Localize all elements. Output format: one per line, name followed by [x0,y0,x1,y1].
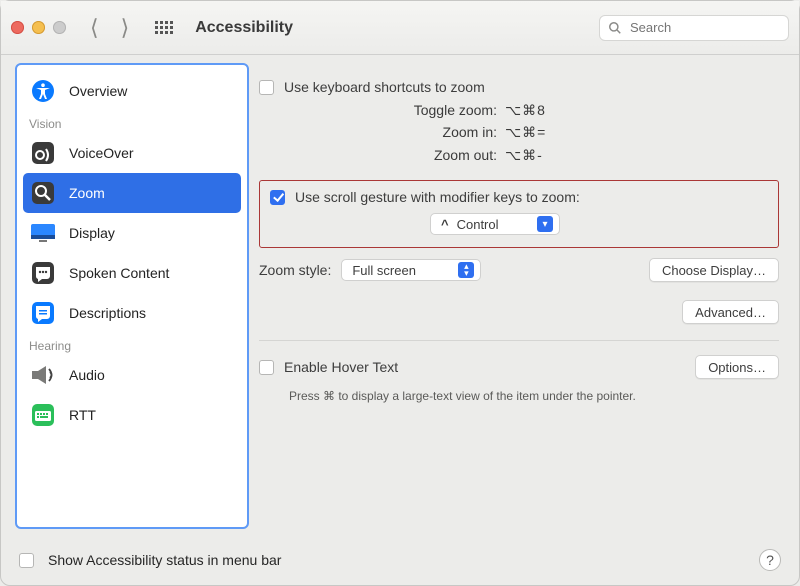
use-keyboard-shortcuts-label: Use keyboard shortcuts to zoom [284,79,485,95]
sidebar-item-audio[interactable]: Audio [23,355,241,395]
menu-bar-status-label: Show Accessibility status in menu bar [48,552,281,568]
sidebar-item-label: Zoom [69,185,105,201]
choose-display-button[interactable]: Choose Display… [649,258,779,282]
fullscreen-window-button[interactable] [53,21,66,34]
chevron-updown-icon: ▴▾ [458,262,474,278]
scroll-gesture-checkbox[interactable] [270,190,285,205]
zoom-in-keys: ⌥⌘= [505,121,546,143]
zoom-style-value: Full screen [352,263,450,278]
sidebar-item-voiceover[interactable]: VoiceOver [23,133,241,173]
back-button[interactable]: ⟨ [90,17,99,39]
scroll-gesture-label: Use scroll gesture with modifier keys to… [295,189,580,205]
spoken-content-icon [29,261,57,285]
zoom-style-label: Zoom style: [259,262,331,278]
sidebar-item-label: Display [69,225,115,241]
sidebar-item-label: Spoken Content [69,265,169,281]
sidebar-item-label: Descriptions [69,305,146,321]
sidebar: Overview Vision VoiceOver Zoom [15,63,249,529]
sidebar-item-label: Overview [69,83,127,99]
search-input[interactable] [628,19,780,36]
sidebar-heading-vision: Vision [23,111,241,133]
hover-text-options-button[interactable]: Options… [695,355,779,379]
minimize-window-button[interactable] [32,21,45,34]
hover-text-checkbox[interactable] [259,360,274,375]
sidebar-heading-hearing: Hearing [23,333,241,355]
window-controls [11,21,66,34]
use-keyboard-shortcuts-checkbox[interactable] [259,80,274,95]
show-all-prefs-button[interactable] [155,19,173,37]
forward-button[interactable]: ⟩ [121,17,130,39]
toggle-zoom-label: Toggle zoom: [259,99,497,121]
nav-buttons: ⟨ ⟩ [90,17,129,39]
zoom-out-label: Zoom out: [259,144,497,166]
modifier-key-select[interactable]: ^ Control ▾ [430,213,560,235]
sidebar-item-label: Audio [69,367,105,383]
accessibility-icon [29,79,57,103]
rtt-icon [29,403,57,427]
search-icon [608,21,622,35]
zoom-pane: Use keyboard shortcuts to zoom Toggle zo… [245,55,799,537]
audio-icon [29,363,57,387]
divider [259,340,779,341]
help-button[interactable]: ? [759,549,781,571]
advanced-button[interactable]: Advanced… [682,300,779,324]
sidebar-item-rtt[interactable]: RTT [23,395,241,435]
menu-bar-status-checkbox[interactable] [19,553,34,568]
chevron-down-icon: ▾ [537,216,553,232]
modifier-value: Control [457,217,529,232]
close-window-button[interactable] [11,21,24,34]
zoom-out-keys: ⌥⌘- [505,144,543,166]
voiceover-icon [29,141,57,165]
footer: Show Accessibility status in menu bar ? [1,535,799,585]
titlebar: ⟨ ⟩ Accessibility [1,1,799,55]
sidebar-item-label: RTT [69,407,96,423]
zoom-icon [29,181,57,205]
hover-text-label: Enable Hover Text [284,359,398,375]
sidebar-item-descriptions[interactable]: Descriptions [23,293,241,333]
zoom-in-label: Zoom in: [259,121,497,143]
accessibility-preferences-window: ⟨ ⟩ Accessibility Overview Vision [0,0,800,586]
highlight-frame: Use scroll gesture with modifier keys to… [259,180,779,248]
modifier-prefix: ^ [441,217,449,232]
window-title: Accessibility [195,19,293,37]
sidebar-item-display[interactable]: Display [23,213,241,253]
zoom-style-select[interactable]: Full screen ▴▾ [341,259,481,281]
sidebar-item-zoom[interactable]: Zoom [23,173,241,213]
shortcuts-list: Toggle zoom: ⌥⌘8 Zoom in: ⌥⌘= Zoom out: … [259,99,779,166]
sidebar-item-label: VoiceOver [69,145,134,161]
search-field[interactable] [599,15,789,41]
sidebar-item-overview[interactable]: Overview [23,71,241,111]
sidebar-item-spoken-content[interactable]: Spoken Content [23,253,241,293]
toggle-zoom-keys: ⌥⌘8 [505,99,546,121]
hover-text-hint: Press ⌘ to display a large-text view of … [289,389,779,403]
display-icon [29,221,57,245]
descriptions-icon [29,301,57,325]
